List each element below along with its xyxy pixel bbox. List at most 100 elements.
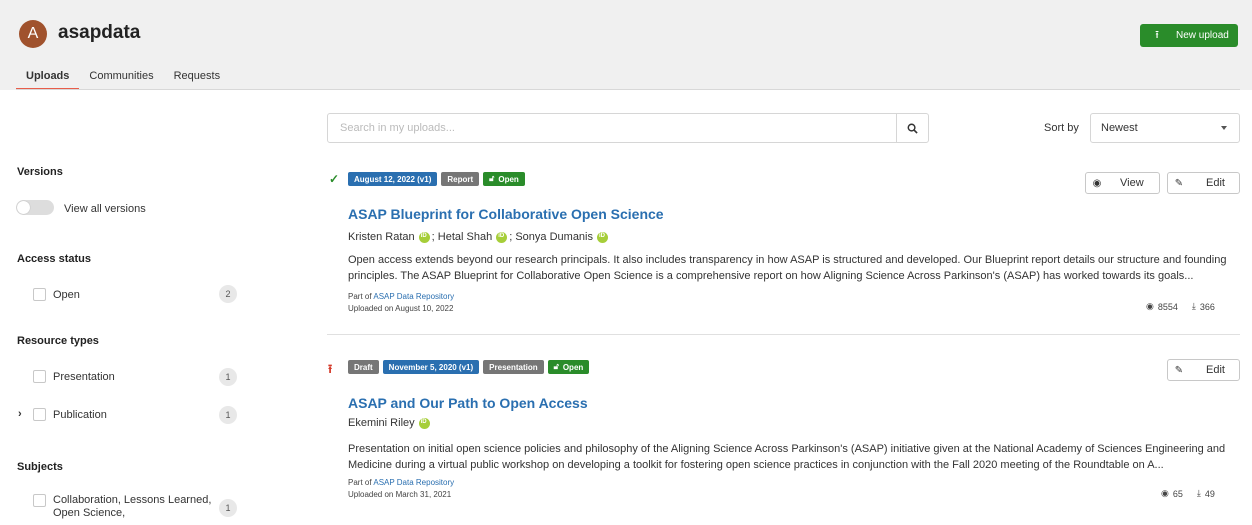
- versions-heading: Versions: [17, 166, 63, 178]
- search-input[interactable]: [328, 114, 896, 142]
- upload-icon: ⭱: [1155, 29, 1159, 41]
- username: asapdata: [58, 22, 141, 43]
- facet-subject-label-line2: Open Science,: [53, 507, 126, 519]
- orcid-icon[interactable]: [496, 231, 508, 243]
- published-check-icon: ✓: [329, 172, 340, 186]
- edit-button-label: Edit: [1206, 177, 1225, 189]
- access-status-heading: Access status: [17, 253, 91, 265]
- sort-by-label: Sort by: [1044, 122, 1079, 134]
- draft-badge: Draft: [348, 360, 379, 374]
- part-of-prefix: Part of: [348, 292, 374, 301]
- tab-communities[interactable]: Communities: [79, 60, 163, 90]
- facet-open-checkbox[interactable]: [33, 288, 46, 301]
- facet-publication[interactable]: Publication: [33, 408, 107, 421]
- result-description-line1: Open access extends beyond our research …: [348, 254, 1227, 266]
- edit-button-label: Edit: [1206, 364, 1225, 376]
- access-badge: 🔓︎ Open: [547, 360, 590, 374]
- facet-open-count: 2: [219, 285, 237, 303]
- view-all-versions-toggle[interactable]: [16, 200, 54, 215]
- result-stats: ◉ 65 ⤓ 49: [1161, 488, 1215, 499]
- view-button[interactable]: ◉ View: [1085, 172, 1160, 194]
- result-description-line1: Presentation on initial open science pol…: [348, 443, 1226, 455]
- search-button[interactable]: [896, 114, 928, 142]
- result-badges: Draft November 5, 2020 (v1) Presentation…: [348, 360, 590, 374]
- view-button-label: View: [1120, 177, 1144, 189]
- uploaded-date: Uploaded on March 31, 2021: [348, 490, 452, 499]
- views-icon: ◉: [1161, 488, 1169, 498]
- facet-open-label: Open: [53, 288, 80, 301]
- tab-uploads[interactable]: Uploads: [16, 60, 80, 90]
- edit-icon: ✎: [1174, 364, 1184, 376]
- part-of-prefix: Part of: [348, 478, 374, 487]
- community-link[interactable]: ASAP Data Repository: [373, 478, 454, 487]
- result-divider: [327, 334, 1240, 335]
- creator[interactable]: Hetal Shah: [438, 231, 492, 243]
- uploaded-date: Uploaded on August 10, 2022: [348, 304, 454, 313]
- orcid-icon[interactable]: [597, 231, 608, 243]
- result-description-line2: Medicine during a virtual public worksho…: [348, 459, 1164, 471]
- facet-presentation-checkbox[interactable]: [33, 370, 46, 383]
- facet-publication-checkbox[interactable]: [33, 408, 46, 421]
- search-bar: [327, 113, 929, 143]
- new-upload-label: New upload: [1176, 30, 1229, 41]
- page-header: A asapdata ⭱ New upload Uploads Communit…: [0, 0, 1252, 90]
- avatar[interactable]: A: [19, 20, 47, 48]
- search-icon: [907, 123, 918, 134]
- downloads-count: 366: [1199, 301, 1215, 312]
- facet-publication-count: 1: [219, 406, 237, 424]
- views-icon: ◉: [1146, 301, 1154, 311]
- downloads-count: 49: [1204, 488, 1215, 499]
- creator[interactable]: Ekemini Riley: [348, 417, 415, 429]
- facet-presentation[interactable]: Presentation: [33, 370, 115, 383]
- edit-icon: ✎: [1174, 177, 1184, 189]
- facet-presentation-label: Presentation: [53, 370, 115, 383]
- version-date-badge: November 5, 2020 (v1): [382, 360, 480, 374]
- download-icon: ⤓: [1191, 301, 1196, 311]
- lock-open-icon: 🔓︎: [489, 174, 495, 183]
- version-date-badge: August 12, 2022 (v1): [348, 172, 438, 186]
- facet-subject-label-line1: Collaboration, Lessons Learned,: [53, 494, 212, 506]
- access-badge-label: Open: [562, 362, 584, 372]
- creator[interactable]: Sonya Dumanis: [515, 231, 593, 243]
- resource-type-badge: Report: [441, 172, 480, 186]
- result-badges: August 12, 2022 (v1) Report 🔓︎ Open: [348, 172, 525, 186]
- eye-icon: ◉: [1092, 177, 1102, 189]
- facet-open[interactable]: Open: [33, 288, 80, 301]
- facet-subject-checkbox[interactable]: [33, 494, 46, 507]
- community-link[interactable]: ASAP Data Repository: [373, 292, 454, 301]
- result-stats: ◉ 8554 ⤓ 366: [1146, 301, 1215, 312]
- result-title[interactable]: ASAP and Our Path to Open Access: [348, 395, 588, 411]
- tab-requests[interactable]: Requests: [164, 60, 230, 90]
- resource-types-heading: Resource types: [17, 335, 99, 347]
- result-title[interactable]: ASAP Blueprint for Collaborative Open Sc…: [348, 206, 664, 222]
- lock-open-icon: 🔓︎: [553, 362, 559, 371]
- orcid-icon[interactable]: [418, 417, 430, 429]
- download-icon: ⤓: [1196, 488, 1201, 498]
- edit-button[interactable]: ✎ Edit: [1167, 172, 1240, 194]
- facet-subject-label: Collaboration, Lessons Learned, Open Sci…: [53, 494, 211, 520]
- tab-bar: Uploads Communities Requests: [16, 60, 230, 90]
- new-upload-button[interactable]: ⭱ New upload: [1140, 24, 1238, 47]
- result-meta: Part of ASAP Data Repository Uploaded on…: [348, 477, 454, 501]
- result-description: Open access extends beyond our research …: [348, 252, 1228, 284]
- dropdown-caret-icon: [1221, 126, 1227, 130]
- sort-select-value: Newest: [1101, 122, 1138, 134]
- creator[interactable]: Kristen Ratan: [348, 231, 415, 243]
- expand-chevron-icon[interactable]: ›: [18, 408, 22, 420]
- access-badge-label: Open: [498, 174, 519, 184]
- access-badge: 🔓︎ Open: [483, 172, 525, 186]
- result-description-line2: principles. The ASAP Blueprint for Colla…: [348, 270, 1194, 282]
- orcid-icon[interactable]: [418, 231, 430, 243]
- result-description: Presentation on initial open science pol…: [348, 441, 1228, 473]
- header-divider: [16, 89, 1240, 90]
- subjects-heading: Subjects: [17, 461, 63, 473]
- sort-select[interactable]: Newest: [1090, 113, 1240, 143]
- facet-presentation-count: 1: [219, 368, 237, 386]
- view-all-versions-label: View all versions: [64, 203, 146, 215]
- facet-publication-label: Publication: [53, 408, 107, 421]
- result-meta: Part of ASAP Data Repository Uploaded on…: [348, 291, 454, 315]
- facet-subject[interactable]: Collaboration, Lessons Learned, Open Sci…: [33, 494, 211, 520]
- facet-subject-count: 1: [219, 499, 237, 517]
- edit-button[interactable]: ✎ Edit: [1167, 359, 1240, 381]
- resource-type-badge: Presentation: [483, 360, 544, 374]
